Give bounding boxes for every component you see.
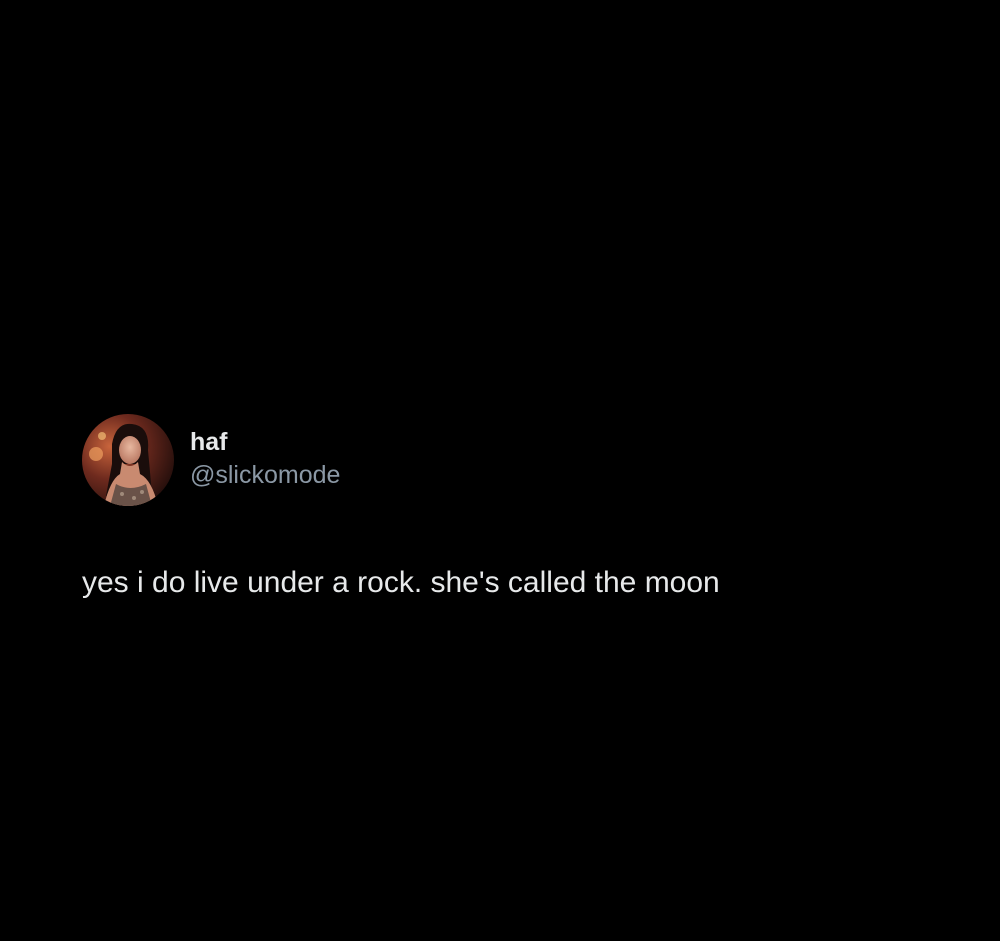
user-handle[interactable]: @slickomode (190, 458, 340, 492)
tweet-text: yes i do live under a rock. she's called… (82, 566, 720, 599)
avatar[interactable] (82, 414, 174, 506)
tweet-header: haf @slickomode (82, 414, 962, 506)
author-names: haf @slickomode (190, 426, 340, 492)
tweet-card: haf @slickomode yes i do live under a ro… (82, 414, 962, 602)
display-name[interactable]: haf (190, 426, 340, 458)
